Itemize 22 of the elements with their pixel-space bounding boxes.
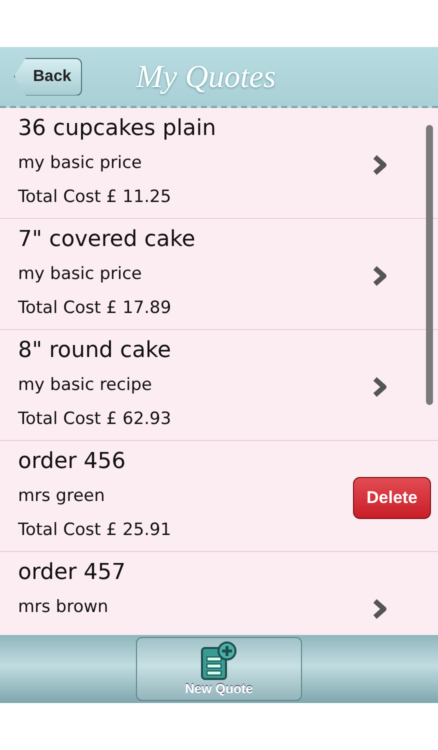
- chevron-icon[interactable]: [373, 599, 387, 619]
- chevron-icon[interactable]: [373, 155, 387, 175]
- back-button[interactable]: Back: [14, 58, 82, 96]
- quote-description: mrs green: [18, 485, 106, 508]
- total-cost: Total Cost £ 62.93: [18, 408, 172, 431]
- document-add-icon: [199, 641, 239, 681]
- chevron-icon[interactable]: [373, 377, 387, 397]
- chevron-icon[interactable]: [373, 266, 387, 286]
- quote-description: my basic price: [18, 263, 143, 286]
- quote-title: 8" round cake: [18, 337, 172, 365]
- delete-button[interactable]: Delete: [353, 477, 431, 519]
- quote-description: my basic price: [18, 152, 143, 175]
- quote-title: order 456: [18, 448, 127, 476]
- screen-title: My Quotes: [136, 58, 276, 95]
- quote-title: 36 cupcakes plain: [18, 115, 218, 143]
- total-cost: Total Cost £ 17.89: [18, 297, 172, 320]
- quote-description: my basic recipe: [18, 374, 153, 397]
- quote-title: order 457: [18, 559, 127, 587]
- quote-title: 7" covered cake: [18, 226, 196, 254]
- quote-description: mrs brown: [18, 596, 110, 619]
- total-cost: Total Cost £ 25.91: [18, 519, 172, 542]
- total-cost: Total Cost £ 11.25: [18, 186, 172, 209]
